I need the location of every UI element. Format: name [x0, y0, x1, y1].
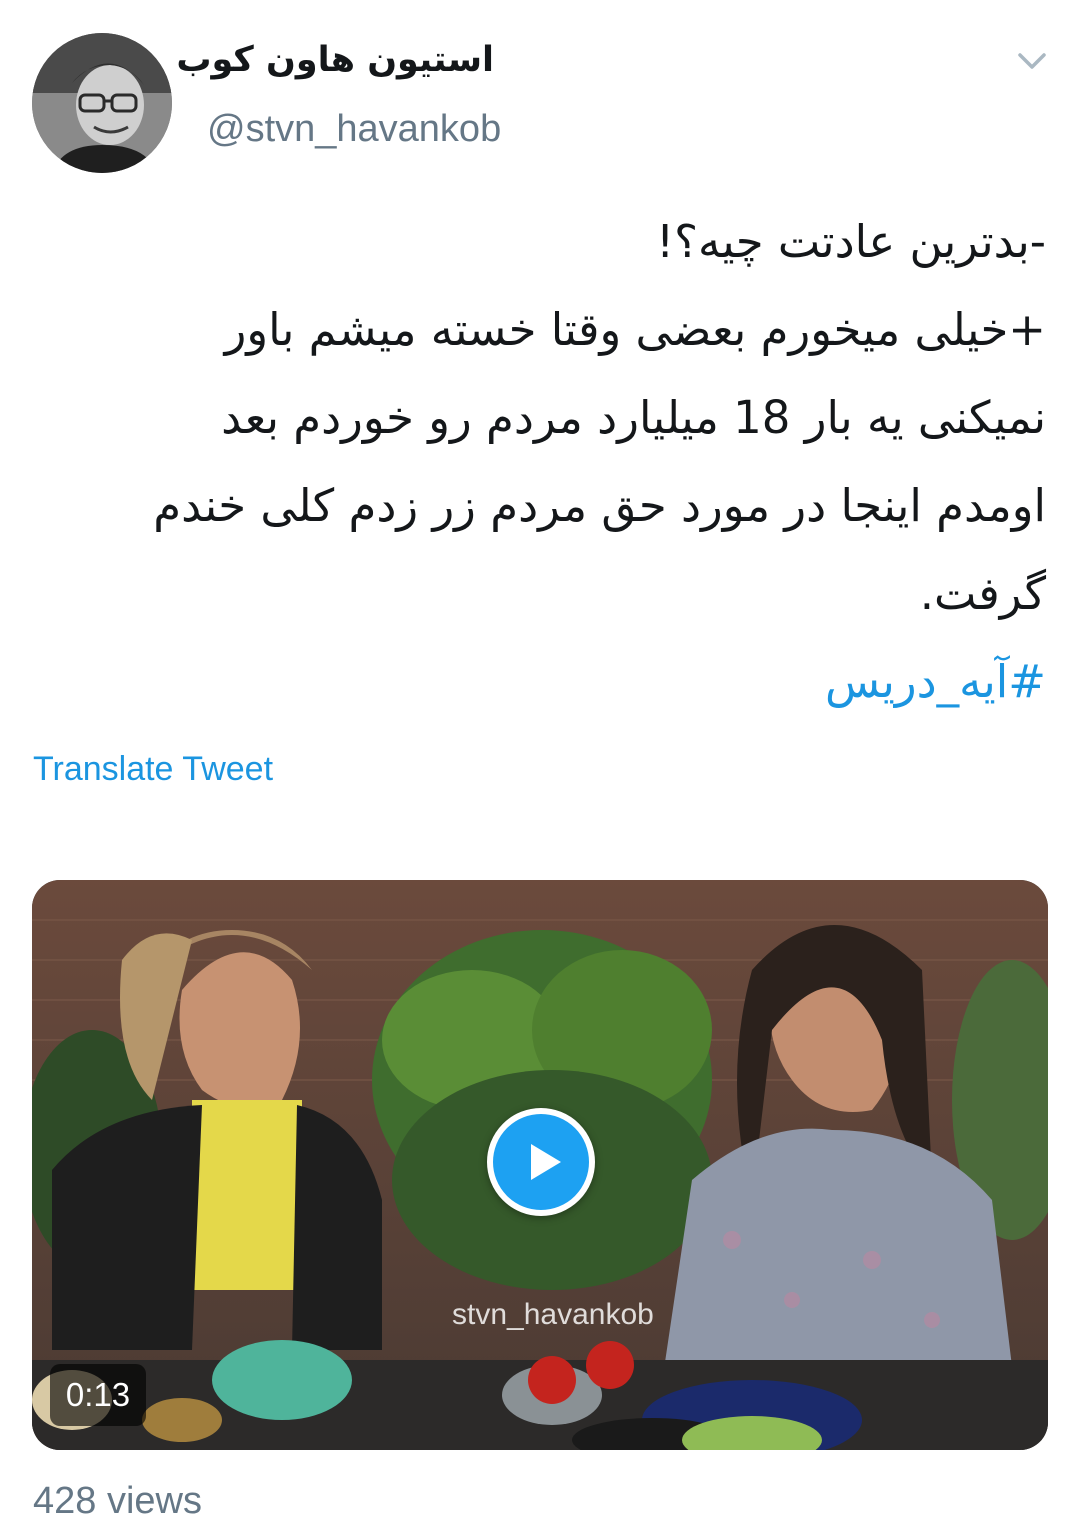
avatar[interactable] — [32, 33, 172, 173]
author-display-name[interactable]: استیون هاون کوب — [176, 40, 494, 80]
tweet-text-line: گرفت. — [919, 567, 1046, 620]
video-duration-badge: 0:13 — [50, 1364, 146, 1426]
tweet-text: -بدترین عادتت چیه؟! +خیلی میخورم بعضی وق… — [32, 198, 1046, 638]
video-player[interactable]: stvn_havankob 0:13 — [32, 880, 1048, 1450]
chevron-down-icon[interactable] — [1014, 46, 1050, 76]
avatar-image — [32, 33, 172, 173]
tweet-text-line: -بدترین عادتت چیه؟! — [656, 215, 1046, 268]
view-count: 428 views — [33, 1480, 202, 1522]
author-handle[interactable]: @stvn_havankob — [207, 108, 501, 151]
tweet-text-line: اومدم اینجا در مورد حق مردم زر زدم کلی خ… — [153, 479, 1046, 532]
tweet-text-line: +خیلی میخورم بعضی وقتا خسته میشم باور — [224, 303, 1046, 356]
hashtag-link[interactable]: #آیه_دریس — [825, 642, 1046, 722]
play-button[interactable] — [487, 1108, 595, 1216]
play-icon — [531, 1144, 561, 1180]
video-watermark: stvn_havankob — [452, 1298, 654, 1331]
translate-tweet-link[interactable]: Translate Tweet — [33, 750, 273, 789]
tweet-text-line: نمیکنی یه بار 18 میلیارد مردم رو خوردم ب… — [221, 391, 1046, 444]
